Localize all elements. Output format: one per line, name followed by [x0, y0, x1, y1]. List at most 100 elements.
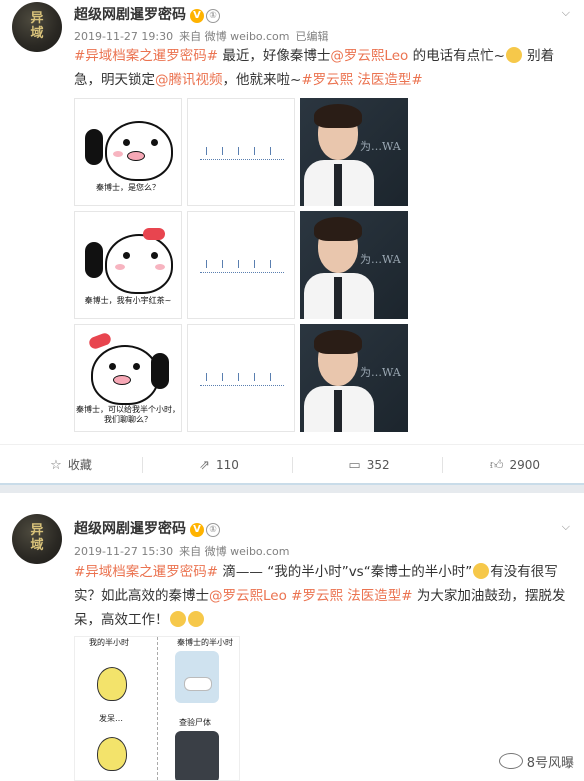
photo-image[interactable]: 为…WA	[300, 211, 408, 319]
hashtag-link[interactable]: #罗云熙 法医造型#	[291, 588, 412, 604]
text-span: ，他就来啦~	[222, 72, 302, 88]
separator	[442, 457, 443, 473]
smile-emoji-icon	[187, 611, 204, 627]
line-image[interactable]	[187, 324, 295, 432]
chevron-down-icon[interactable]: ⌵	[562, 6, 570, 20]
phone-icon	[85, 242, 103, 278]
post-source: 来自 微博 weibo.com	[179, 30, 290, 43]
cat-emoji-icon	[473, 563, 490, 579]
author-name[interactable]: 超级网剧暹罗密码 V ①	[74, 4, 220, 24]
scribble-text: 为…WA	[360, 253, 401, 266]
split-line	[157, 637, 159, 780]
level-badge-icon: ①	[206, 9, 220, 23]
comparison-image[interactable]: 我的半小时 秦博士的半小时 发呆… 查验尸体	[74, 636, 240, 781]
comment-count: 352	[366, 458, 390, 472]
author-name[interactable]: 超级网剧暹罗密码 V ①	[74, 518, 220, 538]
doctor-photo	[175, 731, 219, 780]
image-label: 发呆…	[99, 714, 123, 723]
mask-shape	[184, 677, 212, 691]
post-text: #异域档案之暹罗密码# 最近，好像秦博士@罗云熙Leo 的电话有点忙~ 别着急，…	[74, 44, 574, 92]
photo-image[interactable]: 为…WA	[300, 98, 408, 206]
sticker-caption: 秦博士，可以给我半个小时，我们聊聊么？	[76, 405, 180, 424]
sticker-caption: 秦博士，是您么？	[96, 183, 160, 192]
text-span: 的电话有点忙~	[408, 48, 505, 64]
eye-shape	[133, 363, 140, 370]
bow-shape	[143, 228, 165, 240]
cheek-shape	[115, 264, 125, 270]
like-button[interactable]: 👍︎ 2900	[446, 445, 584, 485]
repost-icon: ⇗	[199, 458, 210, 473]
favorite-button[interactable]: ☆ 收藏	[0, 445, 142, 485]
scribble-text: 为…WA	[360, 140, 401, 153]
eye-shape	[109, 363, 116, 370]
hashtag-link[interactable]: #异域档案之暹罗密码#	[74, 48, 218, 64]
line-image[interactable]	[187, 98, 295, 206]
doodle-line	[200, 260, 284, 273]
tie-shape	[334, 277, 342, 319]
eye-shape	[151, 139, 158, 146]
watermark-text: 8号风曝	[526, 756, 574, 771]
repost-button[interactable]: ⇗ 110	[146, 445, 292, 485]
hair-shape	[314, 104, 362, 128]
separator	[142, 457, 143, 473]
avatar[interactable]: 异域	[12, 2, 62, 52]
tie-shape	[334, 390, 342, 432]
avatar[interactable]: 异域	[12, 514, 62, 564]
smile-emoji-icon	[169, 611, 186, 627]
author-name-text[interactable]: 超级网剧暹罗密码	[74, 521, 186, 537]
post-actions: ☆ 收藏 ⇗ 110 ▭ 352 👍︎ 2900	[0, 444, 584, 485]
hashtag-link[interactable]: #罗云熙 法医造型#	[301, 72, 422, 88]
line-image[interactable]	[187, 211, 295, 319]
text-span: 最近，好像秦博士	[218, 48, 331, 64]
mention-link[interactable]: @罗云熙Leo	[330, 48, 408, 64]
sticker-caption: 秦博士，我有小宇红茶~	[84, 296, 172, 305]
image-label: 查验尸体	[179, 718, 211, 727]
comment-icon: ▭	[348, 458, 361, 473]
photo-image[interactable]: 为…WA	[300, 324, 408, 432]
watermark: 8号风曝	[498, 752, 574, 771]
like-count: 2900	[509, 458, 541, 472]
doodle-line	[200, 147, 284, 160]
text-span: 滴—— “我的半小时”vs“秦博士的半小时”	[218, 564, 473, 580]
eye-shape	[123, 252, 130, 259]
star-icon: ☆	[50, 458, 62, 473]
doodle-line	[200, 373, 284, 386]
post-time[interactable]: 2019-11-27 15:30	[74, 545, 173, 558]
chevron-down-icon[interactable]: ⌵	[562, 520, 570, 534]
thumbs-up-icon: 👍︎	[489, 458, 504, 473]
wechat-icon	[498, 753, 523, 769]
post-time[interactable]: 2019-11-27 19:30	[74, 30, 173, 43]
favorite-label: 收藏	[67, 458, 92, 472]
verified-icon: V	[190, 523, 204, 537]
post-source: 来自 微博 weibo.com	[179, 545, 290, 558]
tie-shape	[334, 164, 342, 206]
comment-button[interactable]: ▭ 352	[296, 445, 442, 485]
mouth-shape	[113, 375, 131, 385]
eye-shape	[151, 252, 158, 259]
image-label: 我的半小时	[89, 638, 129, 647]
post-text: #异域档案之暹罗密码# 滴—— “我的半小时”vs“秦博士的半小时” 有没有很写实…	[74, 560, 574, 632]
scribble-text: 为…WA	[360, 366, 401, 379]
mouth-shape	[127, 151, 145, 161]
author-name-text[interactable]: 超级网剧暹罗密码	[74, 7, 186, 23]
sticker-image[interactable]: 秦博士，是您么？	[74, 98, 182, 206]
mention-link[interactable]: @罗云熙Leo	[209, 588, 287, 604]
feed-divider	[0, 483, 584, 493]
eye-shape	[123, 139, 130, 146]
sticker-image[interactable]: 秦博士，我有小宇红茶~	[74, 211, 182, 319]
puppy-emoji-icon	[505, 47, 522, 63]
sticker-image[interactable]: 秦博士，可以给我半个小时，我们聊聊么？	[74, 324, 182, 432]
cheek-shape	[113, 151, 123, 157]
hashtag-link[interactable]: #异域档案之暹罗密码#	[74, 564, 218, 580]
edited-label: 已编辑	[295, 30, 329, 43]
repost-count: 110	[216, 458, 239, 472]
separator	[292, 457, 293, 473]
chick-shape	[97, 667, 127, 701]
post-meta: 2019-11-27 19:30 来自 微博 weibo.com 已编辑	[74, 28, 334, 44]
hair-shape	[314, 330, 362, 354]
level-badge-icon: ①	[206, 523, 220, 537]
phone-icon	[151, 353, 169, 389]
chick-shape	[97, 737, 127, 771]
mention-link[interactable]: @腾讯视频	[155, 72, 223, 88]
cheek-shape	[155, 264, 165, 270]
